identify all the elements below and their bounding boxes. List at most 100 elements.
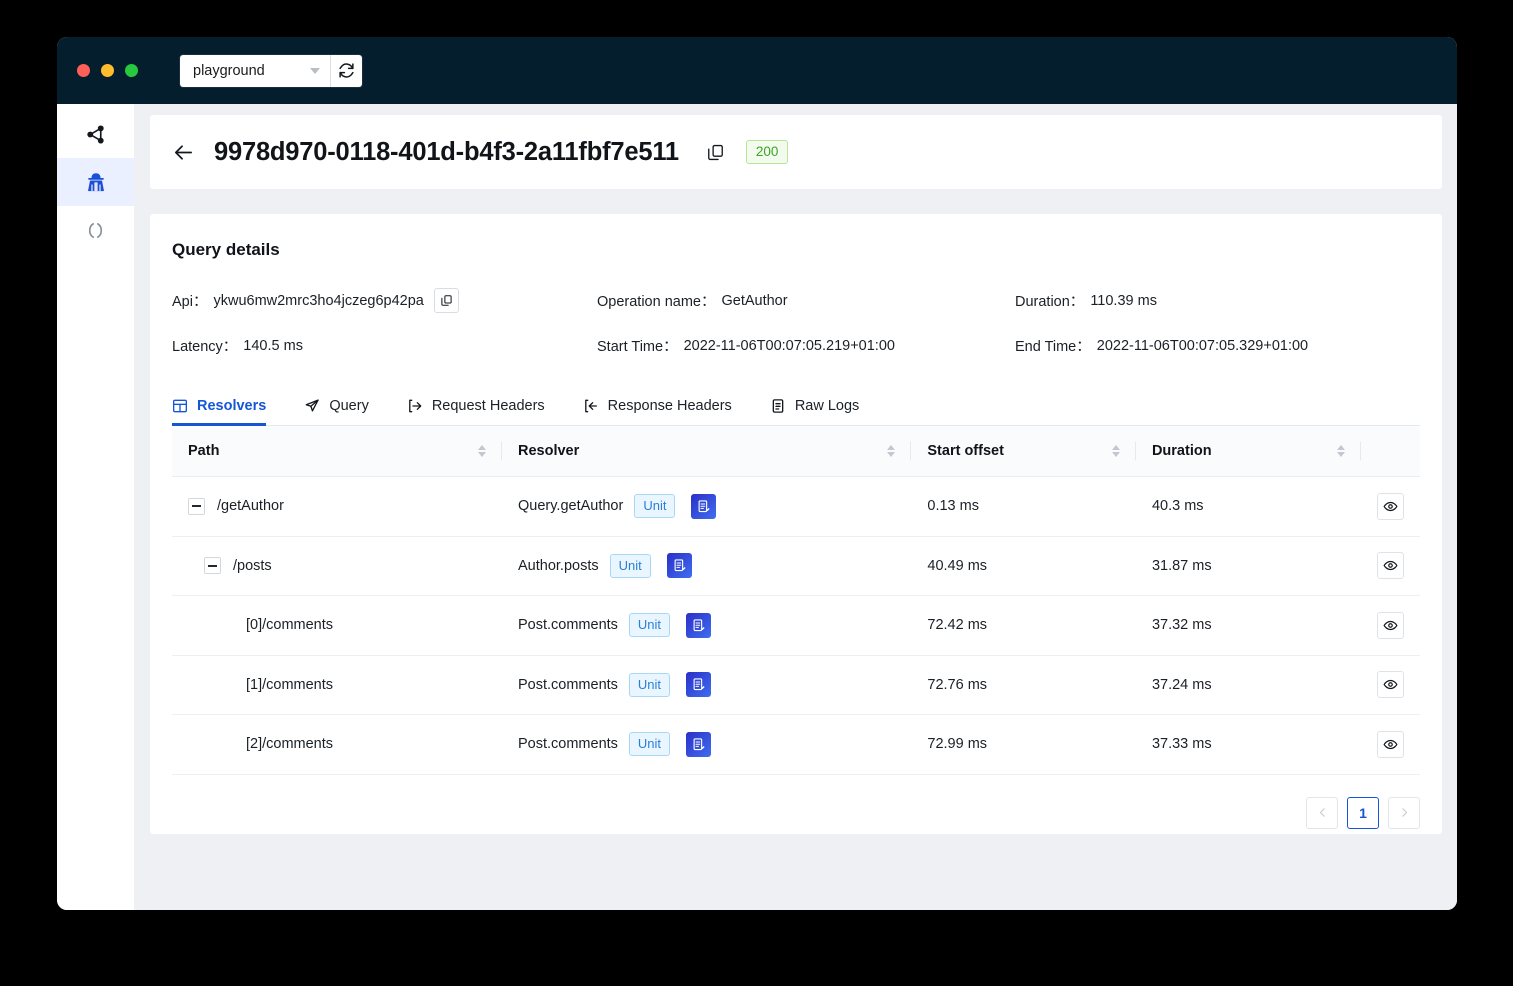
table-row[interactable]: [0]/comments Post.comments Unit 72.42 ms… [172,595,1420,656]
tab-query[interactable]: Query [304,398,369,425]
meta-label: Api： [172,294,208,310]
eye-icon [1383,620,1398,630]
eye-icon [1383,680,1398,690]
tab-request-headers[interactable]: Request Headers [407,398,545,425]
view-resolver-code-button[interactable] [686,672,712,698]
sort-toggle-start-offset[interactable] [1111,445,1120,457]
cell-duration: 31.87 ms [1135,536,1361,596]
eye-icon [1383,501,1398,511]
pagination: 1 [172,775,1420,829]
cell-path: [2]/comments [172,714,502,775]
cell-resolver: Post.comments Unit [502,714,912,775]
meta-value: 2022-11-06T00:07:05.329+01:00 [1096,337,1309,354]
table-body: /getAuthor Query.getAuthor Unit 0.13 ms … [172,476,1420,775]
table-row[interactable]: /getAuthor Query.getAuthor Unit 0.13 ms … [172,476,1420,537]
tab-response-headers[interactable]: Response Headers [583,398,732,425]
tab-resolvers[interactable]: Resolvers [172,398,267,426]
detective-icon [87,173,104,192]
copy-icon [441,295,452,306]
table-row[interactable]: [2]/comments Post.comments Unit 72.99 ms… [172,714,1420,775]
resolvers-table: Path Resolver Start offset Duration /get… [172,426,1420,775]
send-paper-plane-icon [305,399,319,412]
cell-start-offset: 72.99 ms [911,714,1136,775]
tab-label: Resolvers [197,398,267,414]
cell-path: /posts [172,536,502,596]
environment-controls: playground [180,54,362,87]
detail-tabs: Resolvers Query Request Headers Response… [172,386,1420,426]
minus-icon [192,505,201,508]
pagination-page-1[interactable]: 1 [1347,796,1379,829]
cell-resolver: Post.comments Unit [502,655,912,715]
app-body: 9978d970-0118-401d-b4f3-2a11fbf7e511 200… [57,104,1457,910]
copy-api-id-button[interactable] [433,288,459,313]
refresh-button[interactable] [330,54,362,87]
unit-badge: Unit [609,553,651,578]
minimize-window-button[interactable] [101,64,114,77]
column-header-resolver[interactable]: Resolver [502,426,912,477]
eye-icon [1383,739,1398,749]
refresh-icon [339,63,354,78]
cell-resolver: Post.comments Unit [502,595,912,656]
row-expand-toggle[interactable] [204,557,221,575]
view-row-details-button[interactable] [1377,552,1404,580]
script-document-icon [693,619,705,631]
sort-toggle-duration[interactable] [1337,445,1345,457]
path-label: /posts [233,557,272,574]
copy-trace-id-button[interactable] [706,143,725,162]
view-row-details-button[interactable] [1377,492,1404,520]
maximize-window-button[interactable] [125,64,138,77]
copy-icon [707,144,723,160]
pagination-prev-button[interactable] [1306,796,1338,829]
column-header-start-offset[interactable]: Start offset [911,426,1136,477]
meta-field-operation-name: Operation name： GetAuthor [597,288,1015,313]
window-titlebar: playground [57,37,1457,104]
environment-select[interactable]: playground [180,54,330,87]
content-area: 9978d970-0118-401d-b4f3-2a11fbf7e511 200… [134,104,1457,910]
view-resolver-code-button[interactable] [686,612,712,638]
row-expand-toggle[interactable] [188,497,205,515]
environment-select-value: playground [193,62,265,79]
sidebar-item-schema[interactable] [57,110,134,158]
column-label: Path [188,443,220,459]
status-badge: 200 [745,139,789,165]
meta-label: Operation name： [597,294,716,310]
sidebar [57,104,134,910]
sort-toggle-path[interactable] [478,445,486,457]
meta-field-latency: Latency： 140.5 ms [172,335,597,356]
cell-start-offset: 72.76 ms [911,655,1136,715]
back-button[interactable] [172,141,195,164]
column-header-path[interactable]: Path [172,426,502,477]
meta-value: 2022-11-06T00:07:05.219+01:00 [683,337,895,354]
path-label: [1]/comments [246,676,334,693]
view-row-details-button[interactable] [1377,671,1404,699]
close-window-button[interactable] [77,64,90,77]
view-row-details-button[interactable] [1377,730,1404,758]
cell-actions [1361,595,1420,656]
sort-toggle-resolver[interactable] [887,445,896,457]
table-row[interactable]: [1]/comments Post.comments Unit 72.76 ms… [172,655,1420,715]
sidebar-item-playground[interactable] [57,206,134,254]
column-header-duration[interactable]: Duration [1135,426,1361,477]
cell-actions [1361,655,1420,715]
arrow-right-bracket-icon [408,399,422,413]
query-details-card: Query details Api： ykwu6mw2mrc3ho4jczeg6… [150,214,1442,834]
pagination-next-button[interactable] [1388,796,1420,829]
unit-badge: Unit [628,672,671,697]
chevron-left-icon [1319,808,1325,817]
cell-start-offset: 40.49 ms [911,536,1136,596]
script-document-icon [674,559,686,572]
chevron-right-icon [1401,808,1407,817]
meta-label: Latency： [172,339,238,355]
table-row[interactable]: /posts Author.posts Unit 40.49 ms 31.87 … [172,536,1420,596]
tab-label: Response Headers [607,398,732,414]
tab-label: Request Headers [431,398,545,414]
meta-value: 110.39 ms [1090,292,1157,309]
view-resolver-code-button[interactable] [691,493,717,519]
page-title: 9978d970-0118-401d-b4f3-2a11fbf7e511 [214,137,679,166]
cell-duration: 37.32 ms [1135,595,1361,656]
view-resolver-code-button[interactable] [686,731,712,757]
view-row-details-button[interactable] [1377,611,1404,639]
view-resolver-code-button[interactable] [666,553,692,579]
tab-raw-logs[interactable]: Raw Logs [770,398,859,425]
sidebar-item-tracing[interactable] [57,158,134,206]
